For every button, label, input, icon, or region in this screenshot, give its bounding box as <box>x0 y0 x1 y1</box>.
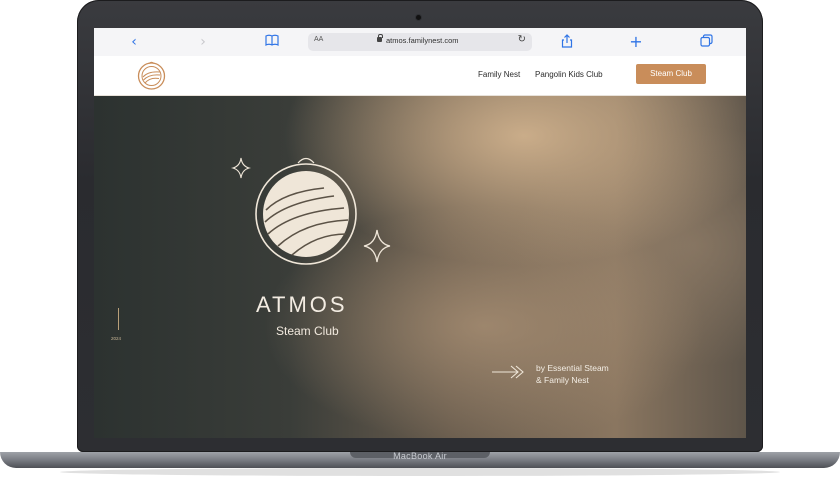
lock-icon <box>377 34 383 42</box>
address-bar[interactable]: AA atmos.familynest.com ↻ <box>308 33 532 51</box>
logo-emblem-icon[interactable] <box>136 60 167 91</box>
nav-link-family-nest[interactable]: Family Nest <box>478 70 520 79</box>
forward-chevron-icon[interactable]: › <box>195 34 211 50</box>
year-divider <box>118 308 119 330</box>
byline-line-2: & Family Nest <box>536 375 589 385</box>
share-icon[interactable] <box>559 34 575 50</box>
tabs-overview-icon[interactable] <box>698 34 714 50</box>
nav-link-pangolin-kids-club[interactable]: Pangolin Kids Club <box>535 70 603 79</box>
atmos-emblem-icon <box>255 157 357 265</box>
browser-toolbar: ‹ › AA atmos.familynest.com ↻ + <box>94 28 746 57</box>
back-chevron-icon[interactable]: ‹ <box>126 34 142 50</box>
hero-subtitle: Steam Club <box>276 324 339 338</box>
url-text[interactable]: atmos.familynest.com <box>386 36 459 45</box>
reader-size-button[interactable]: AA <box>314 36 323 43</box>
hero-emblem <box>231 157 391 265</box>
hero-section: ATMOS Steam Club 2024 by Essential Steam… <box>94 96 746 438</box>
hero-title-text: ATMOS <box>256 292 348 317</box>
new-tab-plus-icon[interactable]: + <box>628 34 644 50</box>
laptop-screen: ‹ › AA atmos.familynest.com ↻ + Family N… <box>94 28 746 438</box>
arrow-right-icon <box>492 365 524 379</box>
bookmarks-book-icon[interactable] <box>264 34 280 50</box>
camera <box>416 15 421 20</box>
year-label: 2024 <box>111 336 122 341</box>
sparkle-icon <box>231 157 251 179</box>
reload-icon[interactable]: ↻ <box>518 34 526 45</box>
site-header: Family Nest Pangolin Kids Club Steam Clu… <box>94 56 746 96</box>
byline: by Essential Steam & Family Nest <box>536 362 609 386</box>
device-model-label: MacBook Air <box>393 451 447 461</box>
sparkle-icon <box>363 229 391 263</box>
steam-club-button[interactable]: Steam Club <box>636 64 706 84</box>
laptop-shadow <box>60 468 780 476</box>
byline-line-1: by Essential Steam <box>536 363 609 373</box>
